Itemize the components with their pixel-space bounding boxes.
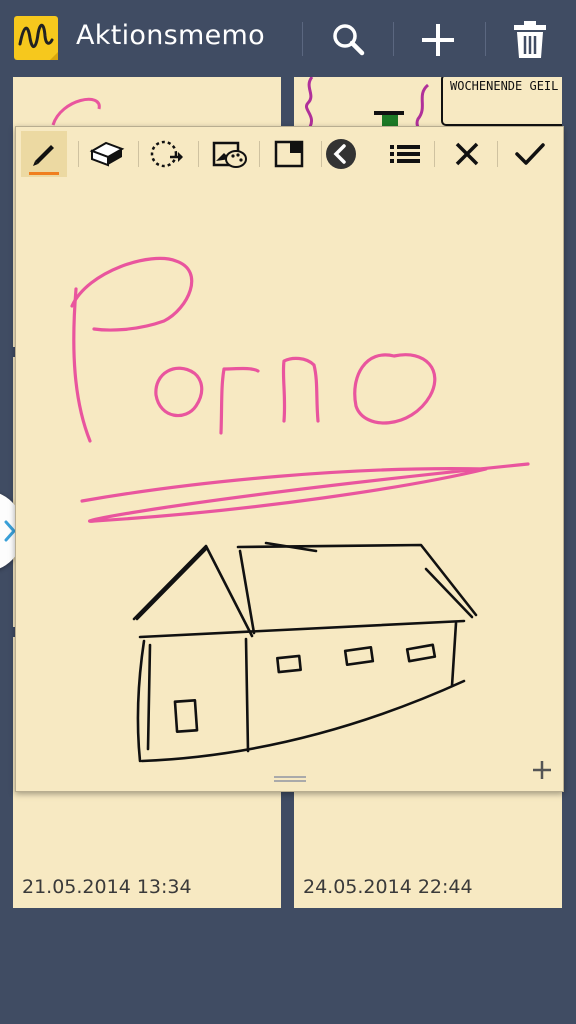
divider [393, 22, 394, 56]
add-memo-button[interactable] [414, 16, 462, 64]
eraser-icon [89, 141, 125, 167]
back-button[interactable] [318, 131, 364, 177]
editor-toolbar [16, 127, 563, 181]
check-icon [515, 143, 545, 165]
pen-button[interactable] [21, 131, 67, 177]
trash-icon [514, 21, 546, 58]
add-page-icon[interactable] [529, 757, 555, 783]
app-bar: Aktionsmemo [0, 0, 576, 78]
divider [434, 141, 435, 167]
resize-button[interactable] [266, 131, 312, 177]
lasso-select-icon [150, 140, 183, 168]
handwriting-porno [70, 256, 530, 523]
back-circle-icon [326, 139, 356, 169]
divider [138, 141, 139, 167]
plus-icon [422, 24, 454, 56]
divider [485, 22, 486, 56]
eraser-button[interactable] [84, 131, 130, 177]
active-tool-indicator [29, 172, 59, 175]
handwriting-app-icon[interactable] [12, 14, 60, 62]
divider [259, 141, 260, 167]
memo-date: 21.05.2014 13:34 [22, 876, 192, 898]
memo-date: 24.05.2014 22:44 [303, 876, 473, 898]
memo-editor-window[interactable] [15, 126, 564, 792]
divider [198, 141, 199, 167]
search-icon [333, 24, 365, 56]
image-palette-icon [212, 141, 247, 168]
divider [78, 141, 79, 167]
resize-grip-icon[interactable] [274, 775, 306, 783]
delete-button[interactable] [506, 16, 554, 64]
divider [497, 141, 498, 167]
done-button[interactable] [507, 131, 553, 177]
selection-button[interactable] [144, 131, 190, 177]
divider [302, 22, 303, 56]
memo-thumbnail-text: WOCHENENDE GEIL ... SAUFEN [450, 79, 562, 93]
window-resize-icon [274, 140, 304, 168]
pen-icon [33, 145, 54, 166]
menu-button[interactable] [382, 131, 428, 177]
app-title: Aktionsmemo [76, 20, 265, 51]
list-icon [390, 145, 420, 163]
house-sketch [132, 541, 478, 763]
close-icon [455, 142, 479, 166]
drawing-canvas[interactable] [16, 181, 563, 781]
close-button[interactable] [444, 131, 490, 177]
background-button[interactable] [206, 131, 252, 177]
search-button[interactable] [324, 16, 372, 64]
